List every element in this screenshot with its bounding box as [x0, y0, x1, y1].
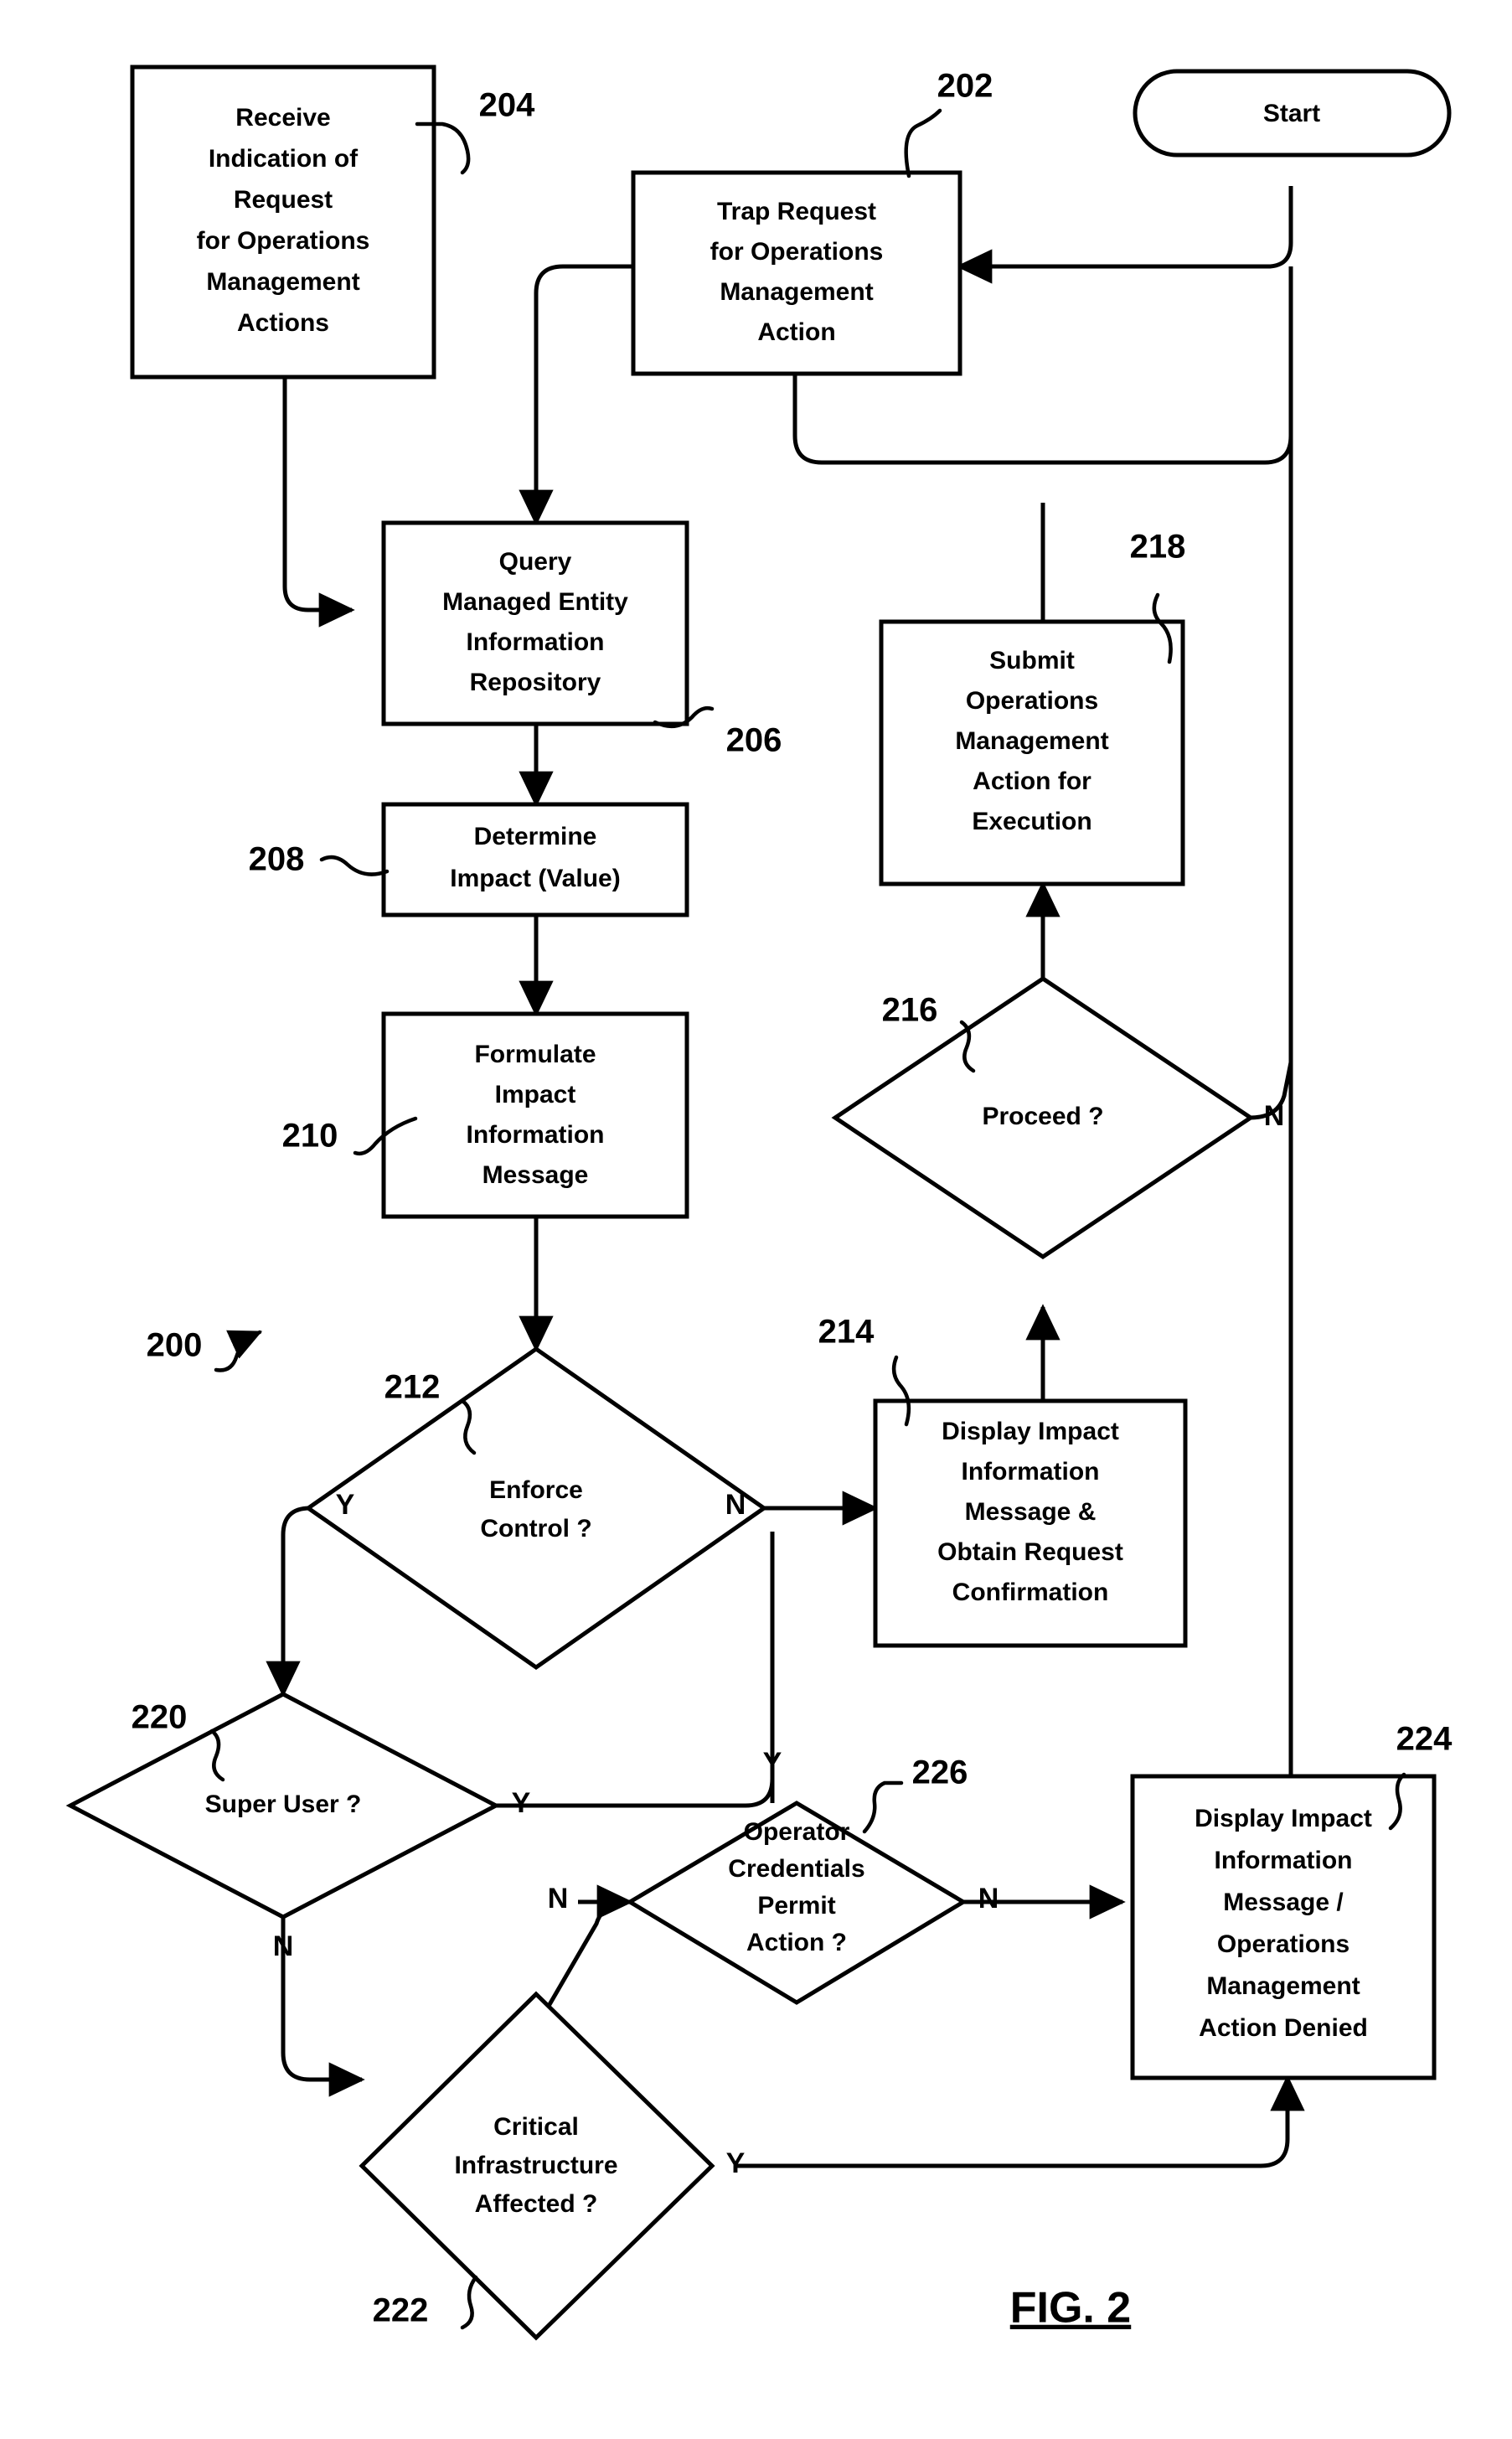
- determine-impact-shape: [381, 802, 689, 917]
- critical-infra-line-3: Affected ?: [475, 2190, 598, 2218]
- ref-number-220: 220: [132, 1699, 188, 1736]
- submit-action-line-4: Action for: [973, 767, 1091, 795]
- node-display-confirm: Display Impact Information Message & Obt…: [873, 1398, 1188, 1648]
- operator-credentials-line-2: Credentials: [728, 1855, 864, 1883]
- formulate-message-line-1: Formulate: [474, 1041, 596, 1068]
- node-query-repository: Query Managed Entity Information Reposit…: [381, 520, 689, 726]
- branch-label-critical-yes: Y: [726, 2147, 746, 2179]
- display-confirm-line-4: Obtain Request: [937, 1538, 1123, 1566]
- ref-number-226: 226: [912, 1754, 968, 1791]
- leader-208: [319, 855, 390, 876]
- branch-label-proceed-no: N: [1264, 1100, 1285, 1132]
- receive-indication-line-2: Indication of: [209, 145, 359, 173]
- trap-request-line-4: Action: [757, 318, 835, 346]
- submit-action-line-5: Execution: [972, 808, 1091, 835]
- node-trap-request: Trap Request for Operations Management A…: [631, 170, 962, 376]
- determine-impact-line-1: Determine: [474, 823, 597, 850]
- ref-number-212: 212: [384, 1369, 441, 1406]
- critical-infra-line-2: Infrastructure: [454, 2152, 617, 2179]
- node-critical-infra: Critical Infrastructure Affected ?: [359, 1991, 715, 2341]
- node-determine-impact: Determine Impact (Value): [381, 802, 689, 917]
- receive-indication-line-6: Actions: [237, 309, 329, 337]
- query-repository-line-4: Repository: [470, 669, 601, 696]
- formulate-message-line-3: Information: [467, 1121, 605, 1149]
- patent-figure-canvas: Start Trap Request for Operations Manage…: [0, 0, 1512, 2439]
- display-confirm-line-3: Message &: [965, 1498, 1097, 1526]
- node-formulate-message: Formulate Impact Information Message: [381, 1011, 689, 1219]
- connector-superuser-no-to-critical: [281, 1917, 365, 2097]
- node-operator-credentials: Operator Credentials Permit Action ?: [626, 1801, 968, 2005]
- display-confirm-line-5: Confirmation: [952, 1579, 1109, 1606]
- enforce-control-shape: [304, 1346, 768, 1671]
- determine-impact-line-2: Impact (Value): [450, 865, 620, 892]
- connector-start-to-trap: [956, 186, 1293, 284]
- start-label: Start: [1263, 100, 1320, 127]
- action-denied-line-2: Information: [1215, 1847, 1353, 1874]
- super-user-line-1: Super User ?: [205, 1790, 362, 1818]
- leader-202: [904, 108, 942, 178]
- node-submit-action: Submit Operations Management Action for …: [879, 619, 1185, 886]
- ref-number-224: 224: [1396, 1721, 1453, 1758]
- connector-receive-to-query: [282, 377, 355, 628]
- leader-200: [214, 1330, 263, 1372]
- formulate-message-line-4: Message: [482, 1161, 589, 1189]
- node-start: Start: [1133, 69, 1452, 158]
- branch-label-operator-credentials-no: N: [978, 1883, 999, 1915]
- action-denied-line-3: Message /: [1223, 1889, 1344, 1916]
- submit-action-line-2: Operations: [966, 687, 1098, 715]
- operator-credentials-line-4: Action ?: [746, 1929, 847, 1956]
- ref-number-210: 210: [282, 1118, 338, 1155]
- connector-enforce-yes-to-superuser: [266, 1506, 311, 1697]
- branch-label-operator-credentials-yes: Y: [763, 1747, 782, 1779]
- node-receive-indication: Receive Indication of Request for Operat…: [130, 65, 436, 380]
- ref-number-208: 208: [249, 841, 305, 878]
- branch-label-superuser-yes: Y: [512, 1787, 531, 1819]
- query-repository-line-3: Information: [467, 628, 605, 656]
- ref-number-200: 200: [147, 1327, 203, 1364]
- receive-indication-line-5: Management: [206, 268, 359, 296]
- branch-label-enforce-no: N: [725, 1489, 746, 1521]
- submit-action-line-1: Submit: [989, 647, 1075, 674]
- leader-226: [862, 1780, 904, 1834]
- formulate-message-line-2: Impact: [495, 1081, 576, 1108]
- node-enforce-control: Enforce Control ?: [304, 1346, 768, 1671]
- action-denied-line-4: Operations: [1217, 1930, 1349, 1958]
- query-repository-line-1: Query: [499, 548, 572, 576]
- enforce-control-line-1: Enforce: [489, 1476, 583, 1504]
- operator-credentials-line-3: Permit: [757, 1892, 835, 1920]
- ref-number-218: 218: [1130, 529, 1186, 566]
- ref-number-216: 216: [882, 992, 938, 1029]
- node-action-denied: Display Impact Information Message / Ope…: [1130, 1774, 1437, 2080]
- display-confirm-line-2: Information: [962, 1458, 1100, 1486]
- connector-critical-yes-to-denied: [737, 2075, 1305, 2168]
- ref-number-214: 214: [818, 1314, 875, 1351]
- proceed-line-1: Proceed ?: [982, 1103, 1103, 1130]
- action-denied-line-6: Action Denied: [1199, 2014, 1368, 2042]
- receive-indication-line-3: Request: [234, 186, 333, 214]
- submit-action-line-3: Management: [955, 727, 1108, 755]
- receive-indication-line-4: for Operations: [197, 227, 370, 255]
- critical-infra-line-1: Critical: [493, 2113, 579, 2141]
- trap-request-line-2: for Operations: [710, 238, 884, 266]
- branch-label-superuser-no: N: [273, 1930, 294, 1962]
- operator-credentials-line-1: Operator: [744, 1818, 850, 1846]
- branch-label-operator-credentials-in: N: [548, 1883, 569, 1915]
- display-confirm-line-1: Display Impact: [942, 1418, 1119, 1445]
- ref-number-204: 204: [479, 87, 535, 124]
- trap-request-line-3: Management: [720, 278, 873, 306]
- flowchart-diagram: Start Trap Request for Operations Manage…: [65, 65, 1453, 2341]
- enforce-control-line-2: Control ?: [480, 1515, 591, 1542]
- branch-label-enforce-yes: Y: [336, 1489, 355, 1521]
- action-denied-line-5: Management: [1206, 1972, 1360, 2000]
- receive-indication-line-1: Receive: [235, 104, 330, 132]
- ref-number-202: 202: [937, 68, 993, 105]
- leader-222: [460, 2275, 478, 2330]
- action-denied-line-1: Display Impact: [1195, 1805, 1372, 1832]
- ref-number-222: 222: [373, 2292, 429, 2329]
- ref-number-206: 206: [726, 722, 782, 759]
- trap-request-line-1: Trap Request: [717, 198, 876, 225]
- figure-caption: FIG. 2: [1010, 2284, 1131, 2333]
- query-repository-line-2: Managed Entity: [442, 588, 628, 616]
- connector-trap-to-left-column: [534, 264, 633, 494]
